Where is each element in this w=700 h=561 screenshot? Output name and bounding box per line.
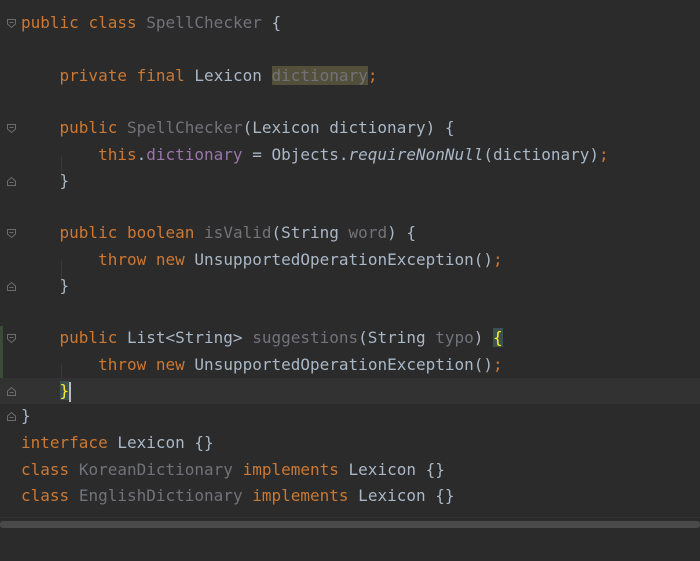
code-line[interactable]: public List<String> suggestions(String t… bbox=[0, 325, 700, 351]
semicolon: ; bbox=[598, 145, 609, 164]
class-name: KoreanDictionary bbox=[78, 460, 233, 479]
parameter-name: word bbox=[348, 223, 388, 242]
code-line[interactable]: public class SpellChecker { bbox=[0, 10, 700, 36]
keyword: public bbox=[21, 13, 79, 32]
code-line[interactable]: class EnglishDictionary implements Lexic… bbox=[0, 483, 700, 509]
keyword: throw bbox=[98, 250, 147, 269]
code-line[interactable]: public boolean isValid(String word) { bbox=[0, 220, 700, 246]
code-line-current[interactable]: } bbox=[0, 378, 700, 404]
keyword: public bbox=[59, 118, 118, 137]
horizontal-scrollbar[interactable] bbox=[0, 517, 700, 531]
constructor-name: SpellChecker bbox=[126, 118, 243, 137]
keyword: this bbox=[98, 145, 137, 164]
code-text: UnsupportedOperationException() bbox=[194, 355, 494, 374]
fold-close-icon[interactable] bbox=[6, 176, 17, 187]
code-text: ) bbox=[473, 328, 494, 347]
type-name: Lexicon bbox=[194, 66, 262, 85]
code-text: Lexicon {} bbox=[107, 433, 214, 452]
code-text: = Objects. bbox=[242, 145, 349, 164]
code-line[interactable]: private final Lexicon dictionary; bbox=[0, 63, 700, 89]
keyword: boolean bbox=[126, 223, 195, 242]
keyword: new bbox=[155, 355, 185, 374]
keyword: class bbox=[21, 460, 70, 479]
field-name-highlighted: dictionary bbox=[271, 66, 368, 85]
code-line[interactable]: public SpellChecker(Lexicon dictionary) … bbox=[0, 115, 700, 141]
method-name: requireNonNull bbox=[348, 145, 484, 164]
class-name: SpellChecker bbox=[146, 13, 262, 32]
code-text: (dictionary) bbox=[483, 145, 599, 164]
keyword: new bbox=[155, 250, 185, 269]
field-name: dictionary bbox=[146, 145, 243, 164]
fold-close-icon[interactable] bbox=[6, 386, 17, 397]
keyword: throw bbox=[98, 355, 147, 374]
keyword: private bbox=[59, 66, 127, 85]
semicolon: ; bbox=[493, 250, 503, 269]
keyword: interface bbox=[21, 433, 108, 452]
code-text: (String bbox=[271, 223, 349, 242]
keyword: public bbox=[59, 223, 118, 242]
fold-close-icon[interactable] bbox=[6, 411, 17, 422]
parameter-name: typo bbox=[435, 328, 474, 347]
keyword: class bbox=[88, 13, 137, 32]
code-line[interactable]: class KoreanDictionary implements Lexico… bbox=[0, 457, 700, 483]
scrollbar-thumb[interactable] bbox=[0, 521, 700, 528]
matched-brace: } bbox=[59, 381, 70, 400]
code-line[interactable]: } bbox=[0, 273, 700, 299]
semicolon: ; bbox=[493, 355, 503, 374]
closing-brace: } bbox=[21, 406, 31, 425]
code-line[interactable]: interface Lexicon {} bbox=[0, 430, 700, 456]
code-text: . bbox=[136, 145, 147, 164]
code-line[interactable]: } bbox=[0, 403, 700, 429]
code-text: ) { bbox=[387, 223, 416, 242]
closing-brace: } bbox=[59, 171, 70, 190]
keyword: implements bbox=[242, 460, 339, 479]
text-caret bbox=[69, 381, 72, 402]
fold-open-icon[interactable] bbox=[6, 123, 17, 134]
code-text: UnsupportedOperationException() bbox=[194, 250, 494, 269]
code-text: (Lexicon dictionary) { bbox=[242, 118, 455, 137]
keyword: implements bbox=[252, 486, 349, 505]
keyword: class bbox=[21, 486, 70, 505]
type-name: List<String> bbox=[126, 328, 253, 347]
code-line[interactable]: this.dictionary = Objects.requireNonNull… bbox=[0, 142, 700, 168]
fold-open-icon[interactable] bbox=[6, 18, 17, 29]
code-text: { bbox=[261, 13, 282, 32]
code-line[interactable]: throw new UnsupportedOperationException(… bbox=[0, 247, 700, 273]
code-text: (String bbox=[358, 328, 436, 347]
class-name: EnglishDictionary bbox=[78, 486, 243, 505]
closing-brace: } bbox=[59, 276, 70, 295]
code-text: Lexicon {} bbox=[338, 460, 445, 479]
method-name: suggestions bbox=[252, 328, 359, 347]
code-line[interactable]: } bbox=[0, 168, 700, 194]
method-name: isValid bbox=[204, 223, 272, 242]
keyword: public bbox=[59, 328, 118, 347]
fold-close-icon[interactable] bbox=[6, 281, 17, 292]
code-line[interactable]: throw new UnsupportedOperationException(… bbox=[0, 352, 700, 378]
semicolon: ; bbox=[367, 66, 378, 85]
keyword: final bbox=[136, 66, 185, 85]
fold-open-icon[interactable] bbox=[6, 228, 17, 239]
matched-brace: { bbox=[493, 328, 503, 347]
fold-open-icon[interactable] bbox=[6, 333, 17, 344]
code-text: Lexicon {} bbox=[348, 486, 455, 505]
